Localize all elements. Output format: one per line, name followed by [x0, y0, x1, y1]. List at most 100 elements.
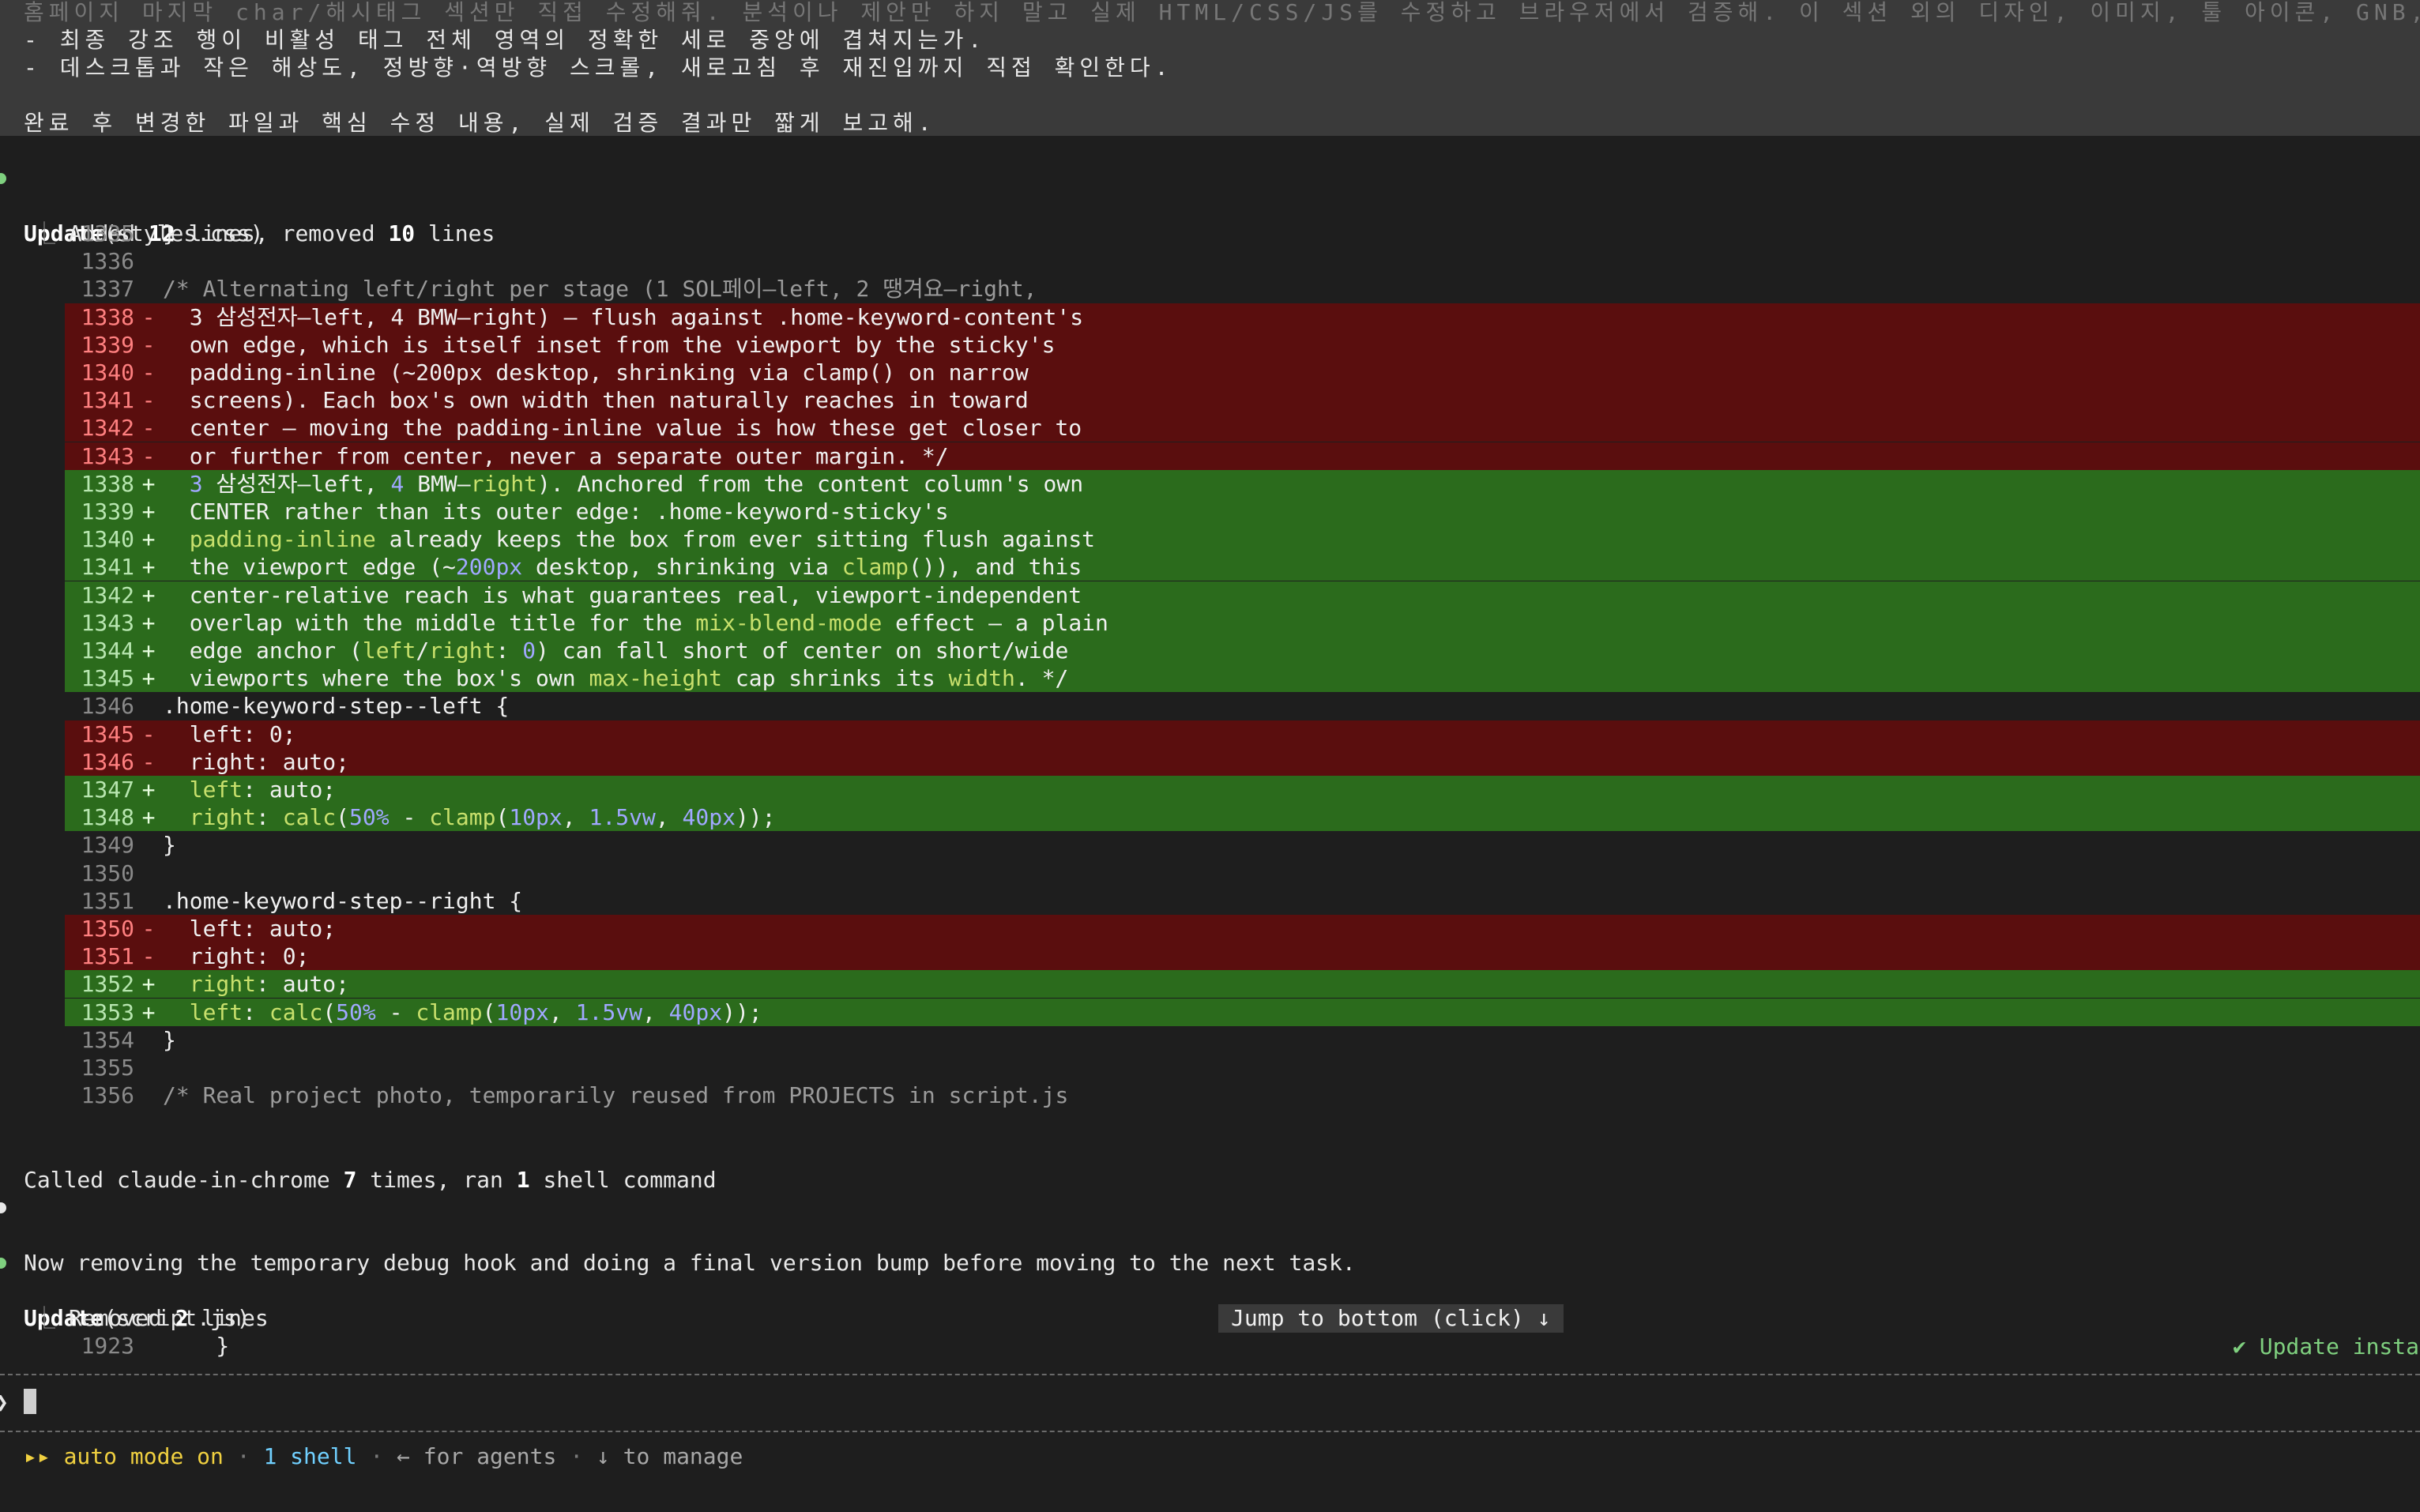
diff-context-line: 1354 }	[65, 1026, 2420, 1054]
line-number: 1337	[81, 276, 134, 303]
diff-code: center-relative reach is what guarantees…	[163, 581, 1082, 608]
diff-code: overlap with the middle title for the mi…	[163, 609, 1108, 636]
line-number: 1339	[81, 331, 134, 358]
diff-added-line: 1353 + left: calc(50% - clamp(10px, 1.5vw…	[65, 998, 2420, 1026]
diff-sign: +	[141, 971, 156, 998]
auto-mode-label[interactable]: auto mode on	[64, 1443, 224, 1469]
diff-removed-line: 1346- right: auto;	[65, 747, 2420, 776]
diff-code: CENTER rather than its outer edge: .home…	[163, 498, 949, 525]
diff-code: }	[163, 1026, 176, 1053]
diff-sign: +	[141, 777, 156, 803]
diff-code: /* Real project photo, temporarily reuse…	[163, 1082, 1069, 1109]
status-dot-icon	[0, 1258, 6, 1269]
line-number: 1356	[81, 1082, 134, 1109]
line-number: 1351	[81, 943, 134, 970]
prompt-line-1: - 최종 강조 행이 비활성 태그 전체 영역의 정확한 세로 중앙에 겹쳐지는…	[24, 27, 987, 53]
diff-code: padding-inline already keeps the box fro…	[189, 526, 1096, 553]
diff-sign: +	[141, 581, 156, 608]
diff-added-line: 1340 + padding-inline already keeps the b…	[65, 525, 2420, 554]
diff-sign: +	[141, 609, 156, 636]
prompt-line-2: - 데스크톱과 작은 해상도, 정방향·역방향 스크롤, 새로고침 후 재진입까…	[24, 55, 1173, 81]
auto-mode-icon: ▸▸	[24, 1443, 51, 1469]
diff-sign: +	[141, 804, 156, 831]
diff-added-line: 1338 + 3 삼성전자—left, 4 BMW—right). Anchore…	[65, 469, 2420, 498]
prompt-area: 홈페이지 마지막 char/해시태그 섹션만 직접 수정해줘. 분석이나 제안만…	[0, 0, 2420, 136]
diff-code: own edge, which is itself inset from the…	[163, 331, 1056, 358]
diff-code: 3 삼성전자—left, 4 BMW—right). Anchored from…	[189, 470, 1084, 497]
diff-code: left: calc(50% - clamp(10px, 1.5vw, 40px…	[189, 999, 762, 1025]
input-bottom-divider	[0, 1431, 2420, 1432]
assistant-message: Now removing the temporary debug hook an…	[0, 1194, 2420, 1276]
line-number: 1340	[81, 359, 134, 386]
line-number: 1354	[81, 1026, 134, 1053]
diff-code: left: auto;	[189, 777, 337, 803]
diff-sign: -	[141, 303, 156, 330]
diff-sign: -	[141, 720, 156, 747]
diff-added-line: 1341 + the viewport edge (~200px desktop,…	[65, 553, 2420, 581]
called-summary: Called claude-in-chrome 7 times, ran 1 s…	[24, 1167, 717, 1193]
diff-removed-line: 1341- screens). Each box's own width the…	[65, 386, 2420, 415]
line-number: 1353	[81, 999, 134, 1025]
diff-sign	[134, 1026, 163, 1054]
diff-code: right: auto;	[189, 971, 350, 998]
line-number: 1342	[81, 415, 134, 442]
diff-sign: -	[141, 359, 156, 386]
diff-code: .home-keyword-step--right {	[163, 887, 523, 914]
diff-context-line: 1351 .home-keyword-step--right {	[65, 887, 2420, 915]
diff-removed-line: 1340- padding-inline (~200px desktop, sh…	[65, 359, 2420, 386]
diff-context-line: 1336	[65, 247, 2420, 275]
line-number: 1352	[81, 971, 134, 998]
line-number: 1347	[81, 777, 134, 803]
diff-code: right: auto;	[163, 748, 350, 775]
diff-added-line: 1345 + viewports where the box's own max-…	[65, 664, 2420, 693]
diff-code: viewports where the box's own max-height…	[163, 665, 1069, 692]
diff-code: screens). Each box's own width then natu…	[163, 387, 1029, 414]
line-number: 1345	[81, 665, 134, 692]
diff-sign: -	[141, 748, 156, 775]
agents-hint: ← for agents	[397, 1443, 557, 1469]
diff-added-line: 1344 + edge anchor (left/right: 0) can fa…	[65, 637, 2420, 664]
diff-sign	[134, 1054, 163, 1081]
diff-context-line: 1355	[65, 1054, 2420, 1081]
jump-to-bottom-button[interactable]: Jump to bottom (click) ↓	[1218, 1304, 1564, 1333]
update-summary: ⎿ Added 12 lines, removed 10 lines	[33, 220, 495, 246]
shell-count[interactable]: 1 shell	[263, 1443, 356, 1469]
diff-removed-line: 1350- left: auto;	[65, 915, 2420, 942]
diff-code: }	[163, 832, 176, 859]
diff-sign: -	[141, 331, 156, 358]
diff-sign: +	[141, 638, 156, 664]
message-dot-icon	[0, 1202, 6, 1213]
diff-sign: +	[141, 554, 156, 581]
line-number: 1346	[81, 693, 134, 720]
diff-context-line: 1337 /* Alternating left/right per stage…	[65, 275, 2420, 303]
line-number: 1350	[81, 916, 134, 942]
line-number: 1340	[81, 526, 134, 553]
diff-code: right: 0;	[163, 943, 310, 970]
line-number: 1351	[81, 887, 134, 914]
line-number: 1343	[81, 442, 134, 469]
diff-code: or further from center, never a separate…	[163, 442, 949, 469]
prompt-line-3: 완료 후 변경한 파일과 핵심 수정 내용, 실제 검증 결과만 짧게 보고해.	[24, 110, 936, 136]
diff-sign: -	[141, 442, 156, 469]
prompt-input[interactable]: ❯	[0, 1375, 2420, 1431]
diff-context-line: 1349 }	[65, 831, 2420, 859]
diff-sign	[134, 1081, 163, 1109]
line-number: 1348	[81, 804, 134, 831]
diff-code: 3 삼성전자—left, 4 BMW—right) — flush agains…	[163, 303, 1084, 330]
diff-sign	[134, 220, 163, 247]
line-number: 1342	[81, 581, 134, 608]
diff-sign: +	[141, 498, 156, 525]
tool-update-styles: Update(styles.css)	[0, 164, 2420, 246]
diff-code: padding-inline (~200px desktop, shrinkin…	[163, 359, 1029, 386]
line-number: 1343	[81, 609, 134, 636]
text-cursor	[24, 1389, 36, 1414]
diff-added-line: 1347 + left: auto;	[65, 776, 2420, 803]
line-number: 1345	[81, 720, 134, 747]
line-number: 1344	[81, 638, 134, 664]
diff-added-line: 1339 + CENTER rather than its outer edge:…	[65, 498, 2420, 525]
diff-sign	[134, 887, 163, 915]
prompt-chevron-icon: ❯	[0, 1389, 9, 1415]
diff-sign: +	[141, 665, 156, 692]
diff-sign: -	[141, 415, 156, 442]
diff-added-line: 1352 + right: auto;	[65, 970, 2420, 999]
